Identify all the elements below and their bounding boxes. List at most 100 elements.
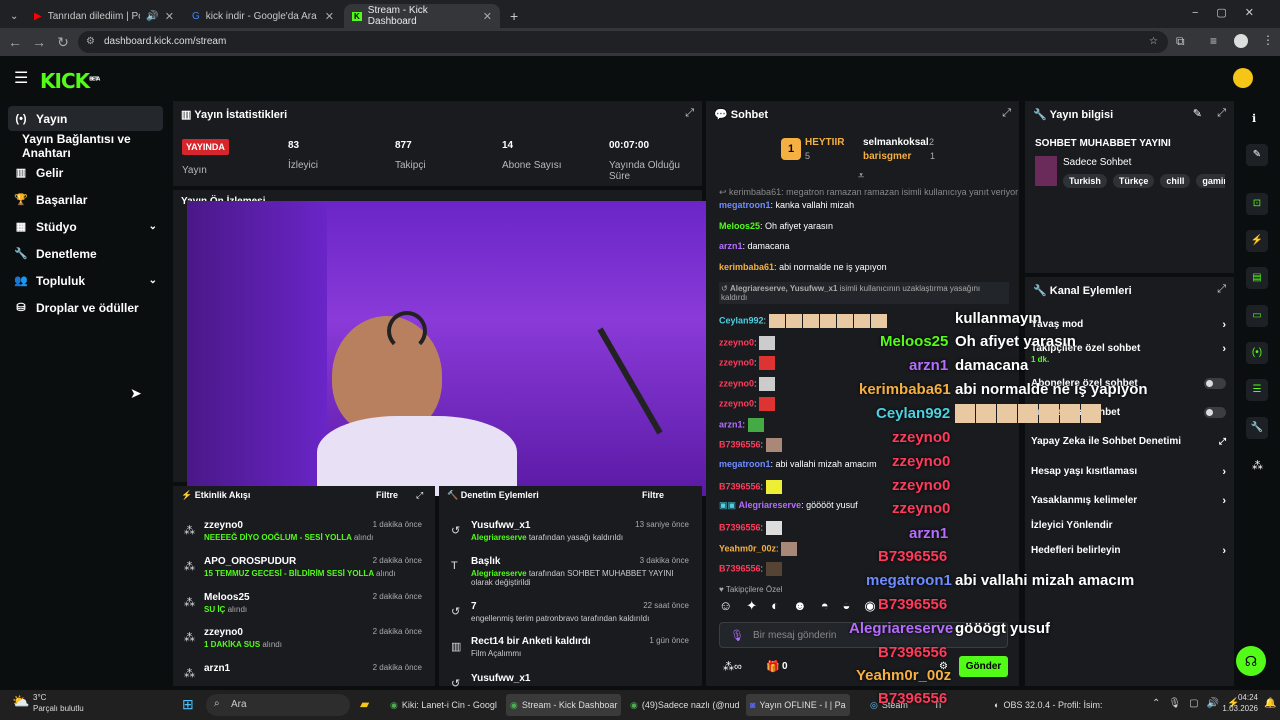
tag[interactable]: Turkish (1063, 174, 1107, 188)
info-icon[interactable]: ℹ (1252, 112, 1256, 125)
stat-label: Abone Sayısı (502, 160, 562, 171)
file-explorer-icon[interactable]: ▰ (360, 697, 369, 711)
chrome-icon: ◉ (630, 699, 638, 710)
chrome-icon: ◉ (510, 699, 518, 710)
expand-icon[interactable]: ⤢ (685, 107, 694, 120)
sidebar-item-moderation[interactable]: 🔧 Denetleme (8, 241, 163, 266)
channel-action-raid[interactable]: İzleyici Yönlendir (1031, 520, 1226, 531)
sidebar-item-stream[interactable]: (•) Yayın (8, 106, 163, 131)
expand-icon[interactable]: ⤢ (1002, 107, 1011, 120)
forward-icon[interactable]: → (27, 34, 51, 50)
address-bar[interactable]: ⚙ dashboard.kick.com/stream ☆ (78, 31, 1168, 53)
close-icon[interactable]: ✕ (325, 10, 334, 23)
taskbar-search[interactable]: ⌕ Ara (206, 694, 350, 716)
gift-icon[interactable]: 🎁 (766, 660, 780, 673)
back-icon[interactable]: ← (3, 34, 27, 50)
wrench-icon[interactable]: 🔧 (1246, 417, 1268, 439)
profile-avatar[interactable] (1234, 34, 1248, 48)
overlay-chat-text: abi normalde ne iş yapıyon (955, 381, 1148, 398)
more-menu-icon[interactable]: ⋮ (1262, 33, 1274, 47)
kick-favicon-icon: K (352, 11, 362, 21)
browser-tab-active[interactable]: K Stream - Kick Dashboard ✕ (344, 4, 500, 28)
sidebar-item-stream-key[interactable]: Yayın Bağlantısı ve Anahtarı (16, 132, 176, 160)
channel-action-goals[interactable]: Hedefleri belirleyin › (1031, 545, 1226, 557)
sidebar-item-drops[interactable]: ⛁ Droplar ve ödüller (8, 295, 163, 320)
chat-message: B7396556: (719, 480, 783, 494)
browser-tab[interactable]: ▶ Tanrıdan dilediim | Polat Ale 🔊 ✕ (26, 4, 182, 28)
chat-message: megatroon1: kanka vallahi mizah (719, 200, 855, 210)
stream-duration: 00:07:00 (609, 140, 650, 151)
browser-tab[interactable]: G kick indir - Google'da Ara ✕ (184, 4, 342, 28)
send-button[interactable]: Gönder (959, 656, 1008, 677)
broadcast-icon[interactable]: (•) (1246, 342, 1268, 364)
kick-logo[interactable]: KICKBETA (40, 69, 100, 93)
channel-action-slow-mode[interactable]: Yavaş mod › (1031, 319, 1226, 331)
webcam-video[interactable] (187, 201, 711, 496)
weather-icon[interactable]: ⛅ (12, 693, 29, 710)
overlay-chat-user: zzeyno0 (892, 453, 951, 470)
category-name: Sadece Sohbet (1063, 157, 1132, 168)
stat-label: İzleyici (288, 160, 319, 171)
chat-bubble-icon[interactable]: ▭ (1246, 305, 1268, 327)
expand-icon[interactable]: ⤢ (1217, 107, 1226, 120)
channel-action-ai-moderation[interactable]: Yapay Zeka ile Sohbet Denetimi ⤢ (1031, 436, 1226, 447)
close-icon[interactable]: ✕ (165, 10, 174, 23)
filter-button[interactable]: Filtre (642, 490, 664, 500)
screenshot-icon[interactable]: ⊡ (1246, 193, 1268, 215)
leader-name: barisgmer (863, 151, 912, 162)
windows-start-icon[interactable]: ⊞ (182, 696, 194, 713)
emote-icon (759, 377, 776, 391)
support-headset-icon[interactable]: ☊ (1236, 646, 1266, 676)
expand-icon[interactable]: ⤢ (1217, 283, 1226, 296)
emote-picker-row[interactable]: ☺✦◐☻◓◒◉ (719, 598, 1009, 618)
sidebar-item-achievements[interactable]: 🏆 Başarılar (8, 187, 163, 212)
site-info-icon[interactable]: ⚙ (86, 31, 95, 53)
sidebar-item-revenue[interactable]: ▥ Gelir (8, 160, 163, 185)
reload-icon[interactable]: ↻ (51, 34, 75, 51)
expand-icon[interactable]: ⤢ (416, 490, 423, 501)
extensions-icon[interactable]: ⧉ (1176, 34, 1185, 49)
kick-points-icon[interactable]: ⁂∞ (723, 660, 742, 673)
taskbar-app[interactable]: ◐ OBS 32.0.4 - Profil: İsim: (990, 694, 1106, 716)
hamburger-menu-icon[interactable]: ☰ (14, 68, 28, 88)
collapse-icon[interactable]: ⩡ (858, 170, 864, 183)
notification-icon[interactable]: 🔔 (1264, 698, 1276, 709)
chat-message: B7396556: (719, 521, 783, 535)
users-icon: 👥 (14, 275, 28, 287)
kick-coin-icon[interactable]: ⁂ (1252, 459, 1263, 472)
emote-icon (747, 418, 764, 432)
bookmark-star-icon[interactable]: ☆ (1149, 31, 1158, 53)
document-icon[interactable]: ▤ (1246, 267, 1268, 289)
media-icon[interactable]: ≡ (1210, 34, 1217, 48)
channel-action-banned-words[interactable]: Yasaklanmış kelimeler › (1031, 495, 1226, 507)
new-tab-button[interactable]: + (502, 4, 522, 28)
window-controls[interactable]: −▢✕ (1192, 6, 1272, 19)
emote-icon (765, 480, 782, 494)
overlay-chat-user: B7396556 (878, 596, 948, 613)
tag[interactable]: chill (1160, 174, 1191, 188)
youtube-icon: ▶ (34, 10, 42, 22)
chat-message: B7396556: (719, 562, 783, 576)
filter-button[interactable]: Filtre (376, 490, 398, 500)
leader-count: 2 (929, 137, 935, 147)
taskbar-app-active[interactable]: ◉ Stream - Kick Dashboar (506, 694, 622, 716)
channel-action-account-age[interactable]: Hesap yaşı kısıtlaması › (1031, 466, 1226, 478)
overlay-chat-user: Meloos25 (880, 333, 949, 350)
sidebar-item-community[interactable]: 👥 Topluluk ⌄ (8, 268, 163, 293)
activity-item: ⁂ Meloos25 2 dakika önce SU İÇ alındı (184, 592, 422, 614)
close-icon[interactable]: ✕ (483, 10, 492, 23)
taskbar-app[interactable]: ◉ (49)Sadece nazlı (@nud (626, 694, 744, 716)
gavel-icon: 🔨 (447, 490, 461, 500)
user-avatar[interactable] (1233, 68, 1253, 88)
edit-layout-icon[interactable]: ✎ (1246, 144, 1268, 166)
taskbar-app[interactable]: ◉ Kiki: Lanet-i Cin - Googl (386, 694, 501, 716)
chevron-right-icon: › (1222, 319, 1226, 331)
edit-icon[interactable]: ✎ (1193, 107, 1202, 120)
tag[interactable]: gamin (1196, 174, 1225, 188)
bolt-icon[interactable]: ⚡ (1246, 230, 1268, 252)
sidebar-item-studio[interactable]: ▦ Stüdyo ⌄ (8, 214, 163, 239)
tab-list-button[interactable]: ⌄ (2, 4, 22, 28)
taskbar-app[interactable]: ◙ Yayın OFLINE - I | Pa (746, 694, 850, 716)
tag[interactable]: Türkçe (1112, 174, 1155, 188)
activity-icon[interactable]: ☰ (1246, 379, 1268, 401)
